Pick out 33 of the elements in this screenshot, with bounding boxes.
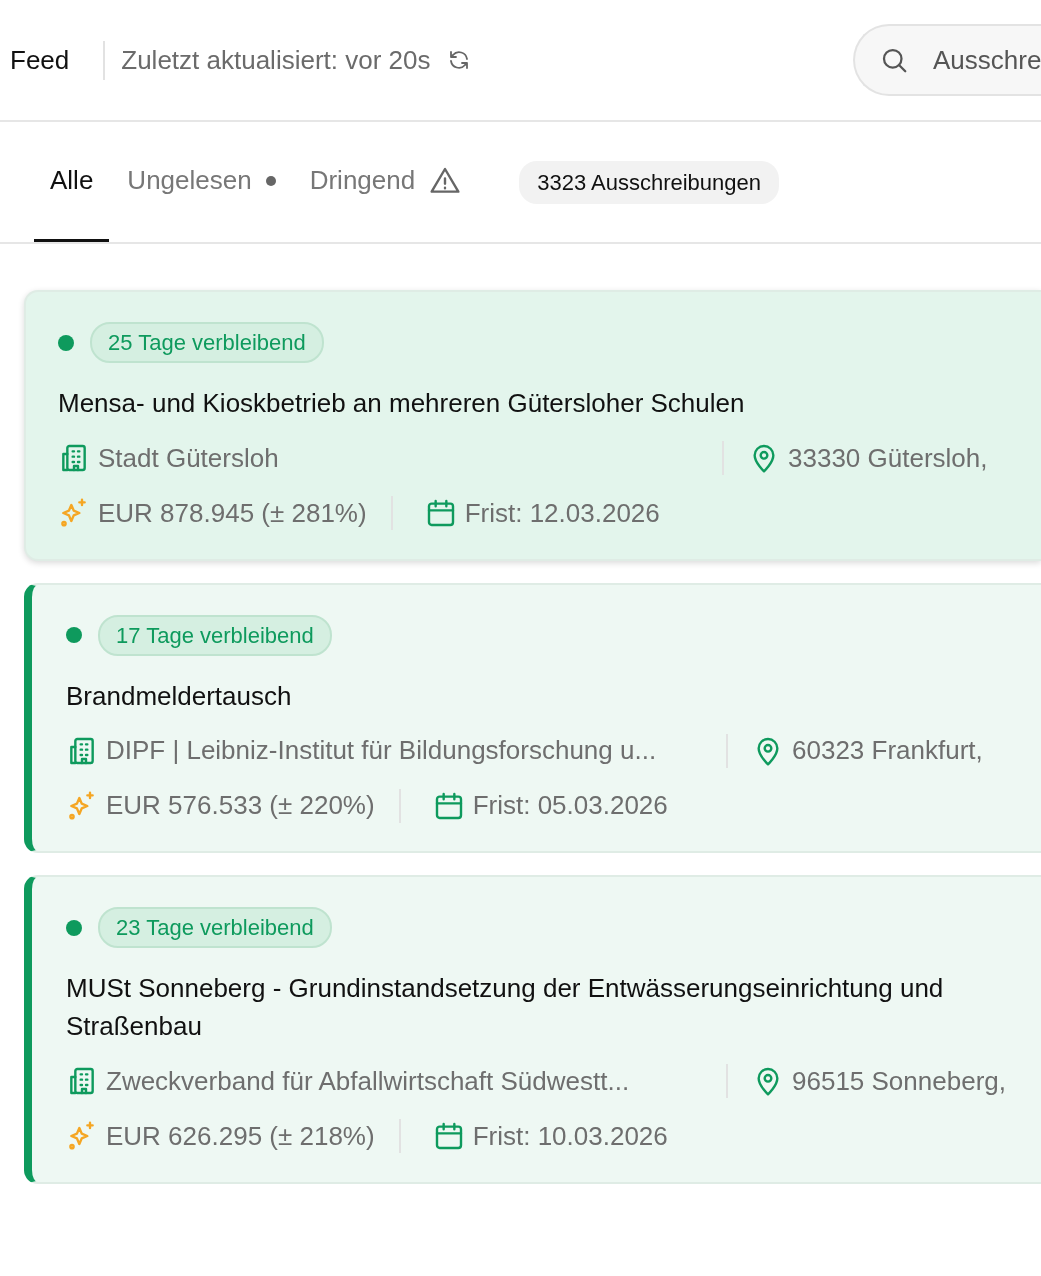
tender-title: MUSt Sonneberg - Grundinstandsetzung der Entwässerungseinrichtung und Straßenbau [66, 972, 945, 1044]
deadline: Frist: 12.03.2026 [464, 496, 660, 530]
contracting-authority: Stadt Gütersloh [98, 441, 279, 475]
update-status: Zuletzt aktualisiert: vor 20s [103, 40, 431, 80]
tender-location: 60323 Frankfurt, [792, 734, 983, 768]
deadline: Frist: 10.03.2026 [472, 1119, 668, 1153]
estimated-value: EUR 576.533 (± 220%) [106, 789, 375, 823]
filter-tab[interactable]: Dringend [293, 122, 478, 242]
days-remaining-tag: 23 Tage verbleibend [98, 907, 332, 949]
deadline: Frist: 05.03.2026 [472, 789, 668, 823]
result-count: 3323 Ausschreibungen [519, 160, 780, 204]
tender-location: 96515 Sonneberg, [792, 1064, 1006, 1098]
unread-dot-icon [265, 175, 276, 186]
estimated-value: EUR 626.295 (± 218%) [106, 1119, 375, 1153]
tender-card[interactable]: 25 Tage verbleibend Mensa- und Kioskbetrieb an mehreren Gütersloher Schulen Stadt Gütersloh 33330 Gütersloh, EUR 878.945 (± 281%) Frist: 12.03.2026 [24, 290, 1041, 561]
tender-location: 33330 Gütersloh, [788, 441, 988, 475]
status-dot [66, 919, 82, 936]
page-title: Feed [10, 43, 70, 77]
tender-title: Brandmeldertausch [66, 679, 293, 713]
estimated-value: EUR 878.945 (± 281%) [98, 496, 367, 530]
contracting-authority: Zweckverband für Abfallwirtschaft Südwestt... [106, 1064, 630, 1098]
status-dot [58, 334, 74, 351]
tender-card[interactable] [24, 875, 1041, 1184]
search-bar[interactable]: Ausschre [853, 24, 1041, 96]
tender-title: Mensa- und Kioskbetrieb an mehreren Gütersloher Schulen [58, 387, 746, 420]
days-remaining-tag: 25 Tage verbleibend [90, 322, 324, 363]
status-dot [66, 627, 82, 644]
days-remaining-tag: 17 Tage verbleibend [98, 614, 332, 656]
filter-tab[interactable]: Ungelesen [111, 122, 292, 242]
filter-tab[interactable]: Alle [34, 122, 110, 242]
search-field[interactable]: Ausschre [933, 40, 1041, 80]
tender-card[interactable]: 17 Tage verbleibend Brandmeldertausch DIPF | Leibniz-Institut für Bildungsforschung u... 60323 Frankfurt, EUR 576.533 (± 220%) Frist: 05.03.2026 [24, 582, 1041, 854]
contracting-authority: DIPF | Leibniz-Institut für Bildungsforschung u... [106, 734, 657, 768]
